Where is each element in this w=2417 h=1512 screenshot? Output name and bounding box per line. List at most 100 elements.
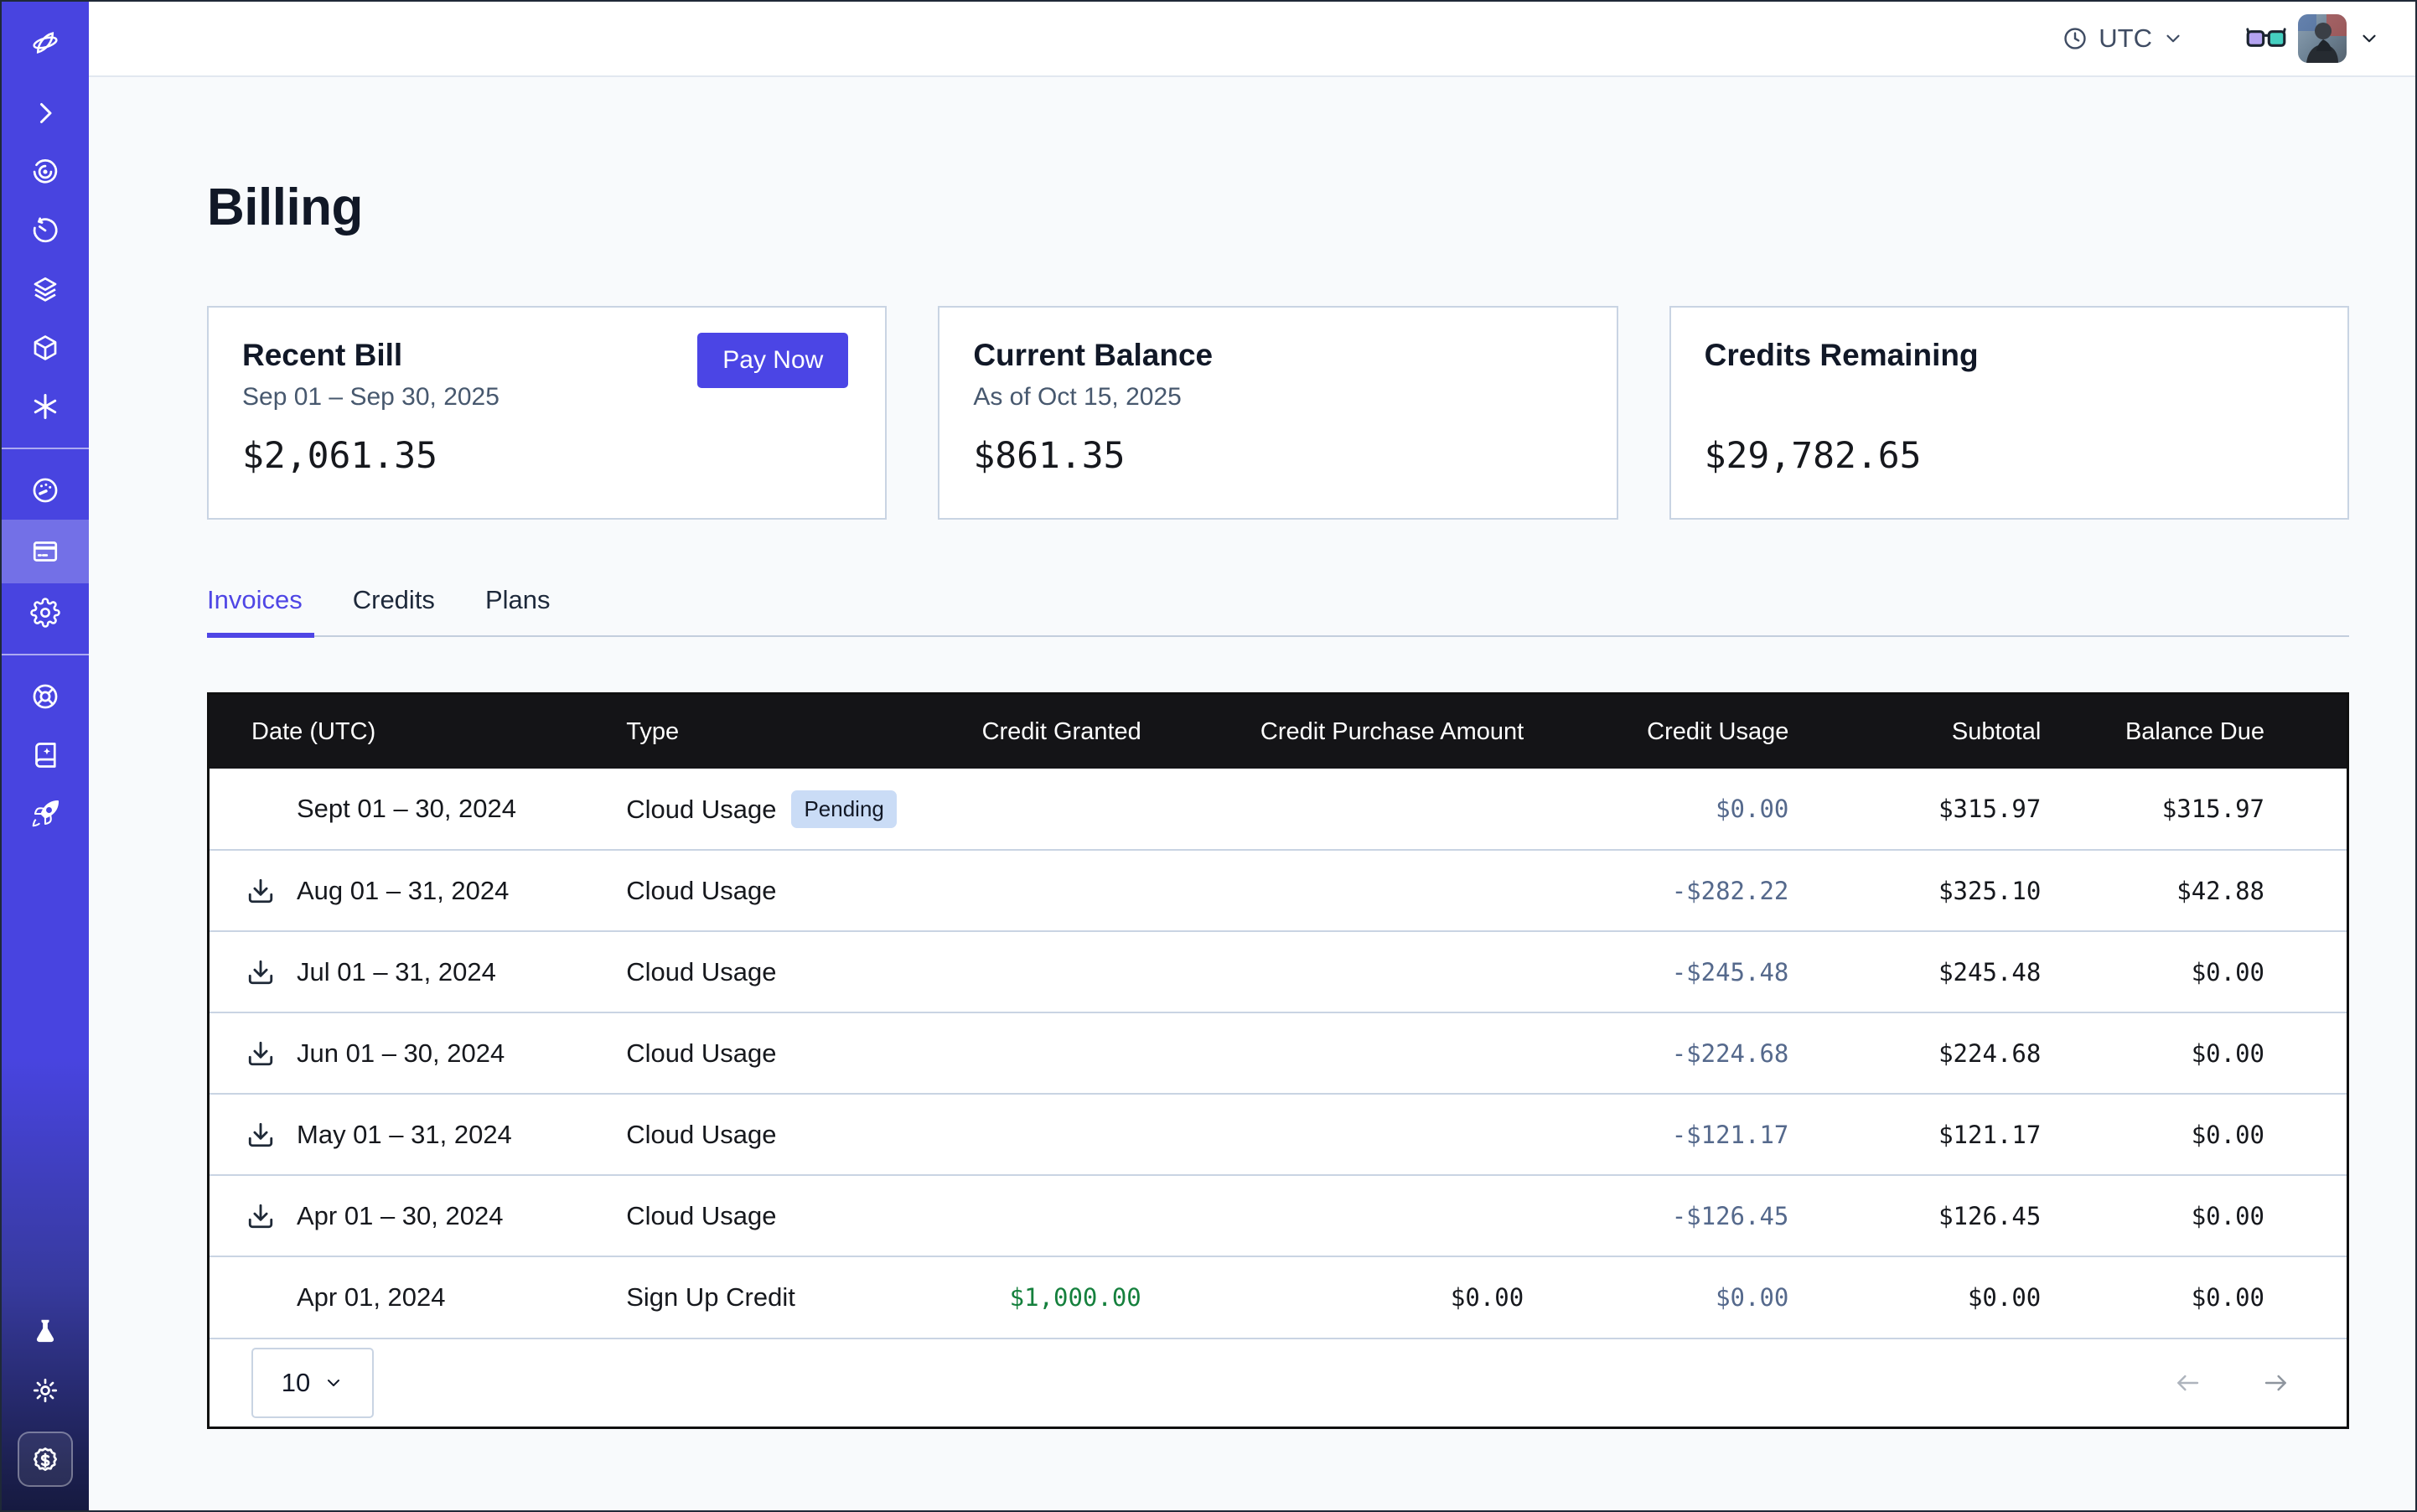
credit-usage-value: -$245.48: [1524, 931, 1788, 1012]
credits-dollar-button[interactable]: [18, 1432, 73, 1487]
cube-icon[interactable]: [2, 318, 89, 377]
card-title: Current Balance: [973, 338, 1582, 373]
download-invoice-icon[interactable]: [246, 1199, 285, 1233]
settings-gear-icon[interactable]: [2, 583, 89, 642]
history-timer-icon[interactable]: [2, 201, 89, 260]
sidebar: [2, 2, 89, 1510]
tab-plans[interactable]: Plans: [485, 585, 559, 635]
invoice-type: Cloud Usage: [626, 957, 776, 986]
tab-invoices[interactable]: Invoices: [207, 585, 311, 635]
credit-usage-value: -$126.45: [1524, 1175, 1788, 1256]
credit-purchase-value: [1141, 1175, 1524, 1256]
docs-book-icon[interactable]: [2, 726, 89, 784]
sun-icon[interactable]: [2, 1361, 89, 1420]
gauge-icon[interactable]: [2, 461, 89, 520]
timezone-selector[interactable]: UTC: [2062, 23, 2184, 54]
credit-purchase-value: $0.00: [1141, 1256, 1524, 1338]
status-badge: Pending: [791, 790, 896, 828]
orbit-logo-icon[interactable]: [2, 2, 89, 84]
invoice-date: Apr 01 – 30, 2024: [297, 1201, 503, 1231]
balance-due-value: $315.97: [2041, 769, 2347, 850]
subtotal-value: $315.97: [1788, 769, 2041, 850]
invoice-date: Jul 01 – 31, 2024: [297, 957, 496, 987]
trace-eye-icon[interactable]: [2, 142, 89, 201]
current-balance-card: Current Balance As of Oct 15, 2025 $861.…: [938, 306, 1617, 520]
topbar: UTC: [89, 2, 2415, 77]
col-credit-purchase-amount: Credit Purchase Amount: [1141, 695, 1524, 769]
balance-due-value: $0.00: [2041, 1175, 2347, 1256]
help-wheel-icon[interactable]: [2, 667, 89, 726]
asterisk-icon[interactable]: [2, 377, 89, 436]
rocket-icon[interactable]: [2, 784, 89, 843]
card-sub-spacer: [1705, 383, 2314, 415]
download-invoice-icon[interactable]: [246, 1037, 285, 1070]
sidebar-divider: [2, 654, 89, 655]
invoice-date: Aug 01 – 31, 2024: [297, 876, 509, 906]
summary-cards: Recent Bill Sep 01 – Sep 30, 2025 $2,061…: [207, 306, 2349, 520]
chevron-down-icon: [323, 1373, 344, 1393]
subtotal-value: $0.00: [1788, 1256, 2041, 1338]
invoice-date: May 01 – 31, 2024: [297, 1120, 512, 1150]
download-invoice-icon[interactable]: [246, 874, 285, 908]
credit-usage-value: $0.00: [1524, 769, 1788, 850]
sidebar-divider: [2, 448, 89, 449]
credit-usage-value: $0.00: [1524, 1256, 1788, 1338]
recent-bill-card: Recent Bill Sep 01 – Sep 30, 2025 $2,061…: [207, 306, 887, 520]
recent-bill-amount: $2,061.35: [242, 435, 851, 477]
download-invoice-icon[interactable]: [246, 955, 285, 989]
subtotal-value: $224.68: [1788, 1012, 2041, 1094]
subtotal-value: $121.17: [1788, 1094, 2041, 1175]
col-date: Date (UTC): [210, 695, 626, 769]
invoice-type: Cloud Usage: [626, 876, 776, 905]
clock-icon: [2062, 25, 2088, 52]
invoice-type: Cloud Usage: [626, 1120, 776, 1149]
invoice-row[interactable]: Aug 01 – 31, 2024 Cloud Usage -$282.22$325…: [210, 850, 2347, 931]
col-type: Type: [626, 695, 928, 769]
card-title: Credits Remaining: [1705, 338, 2314, 373]
credit-usage-value: -$282.22: [1524, 850, 1788, 931]
page-size-value: 10: [282, 1368, 310, 1398]
invoice-row[interactable]: Sept 01 – 30, 2024 Cloud Usage Pending $0.0…: [210, 769, 2347, 850]
invoice-row[interactable]: May 01 – 31, 2024 Cloud Usage -$121.17$121…: [210, 1094, 2347, 1175]
billing-page: Billing Recent Bill Sep 01 – Sep 30, 202…: [89, 77, 2415, 1510]
invoice-row[interactable]: Jun 01 – 30, 2024Cloud Usage-$224.68$224…: [210, 1012, 2347, 1094]
credit-granted-value: [928, 1175, 1141, 1256]
credit-purchase-value: [1141, 769, 1524, 850]
download-invoice-icon[interactable]: [246, 1118, 285, 1152]
prev-page-arrow-icon[interactable]: [2171, 1370, 2204, 1396]
credit-granted-value: $1,000.00: [928, 1256, 1141, 1338]
next-page-arrow-icon[interactable]: [2259, 1370, 2293, 1396]
balance-due-value: $0.00: [2041, 1012, 2347, 1094]
balance-due-value: $42.88: [2041, 850, 2347, 931]
credit-purchase-value: [1141, 850, 1524, 931]
credit-purchase-value: [1141, 1012, 1524, 1094]
tab-credits[interactable]: Credits: [353, 585, 443, 635]
invoice-row[interactable]: Jul 01 – 31, 2024Cloud Usage-$245.48$245…: [210, 931, 2347, 1012]
col-credit-granted: Credit Granted: [928, 695, 1141, 769]
chevron-down-icon: [2162, 28, 2184, 49]
invoice-row[interactable]: Apr 01 – 30, 2024Cloud Usage-$126.45$126…: [210, 1175, 2347, 1256]
invoice-type: Cloud Usage: [626, 795, 776, 824]
pay-now-button[interactable]: Pay Now: [697, 333, 848, 388]
invoice-row[interactable]: Apr 01, 2024Sign Up Credit$1,000.00$0.00…: [210, 1256, 2347, 1338]
col-balance-due: Balance Due: [2041, 695, 2347, 769]
page-size-select[interactable]: 10: [251, 1348, 374, 1418]
billing-card-icon[interactable]: [2, 520, 89, 583]
flask-icon[interactable]: [2, 1302, 89, 1361]
invoice-type: Cloud Usage: [626, 1201, 776, 1230]
chevron-down-icon[interactable]: [2358, 28, 2380, 49]
download-slot-empty: [246, 792, 285, 826]
col-credit-usage: Credit Usage: [1524, 695, 1788, 769]
layers-icon[interactable]: [2, 260, 89, 318]
app-window: UTC: [0, 0, 2417, 1512]
invoice-date: Sept 01 – 30, 2024: [297, 794, 516, 824]
subtotal-value: $325.10: [1788, 850, 2041, 931]
avatar[interactable]: [2298, 14, 2347, 63]
credit-usage-value: -$121.17: [1524, 1094, 1788, 1175]
chevron-right-icon[interactable]: [2, 84, 89, 142]
invoice-date: Jun 01 – 30, 2024: [297, 1038, 505, 1069]
col-subtotal: Subtotal: [1788, 695, 2041, 769]
credit-granted-value: [928, 1094, 1141, 1175]
glasses-icon[interactable]: [2246, 25, 2286, 52]
page-title: Billing: [207, 178, 2349, 237]
